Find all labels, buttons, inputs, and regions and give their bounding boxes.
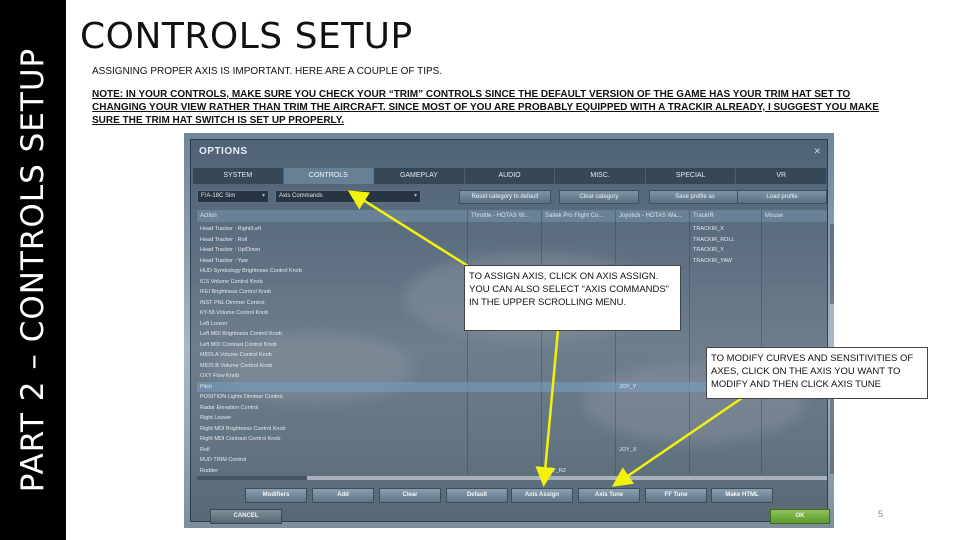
- slide-title: CONTROLS SETUP: [80, 16, 413, 57]
- cell-action: KY-58 Volume Control Knob: [200, 310, 269, 316]
- cell-action: RUD TRIM Control: [200, 457, 247, 463]
- clear-category-button[interactable]: Clear category: [559, 190, 639, 204]
- cell-saitek[interactable]: JOY_RZ: [545, 466, 617, 477]
- cell-action: Right MDI Contrast Control Knob: [200, 436, 281, 442]
- cell-action: ICS Volume Control Knob: [200, 278, 263, 285]
- side-title: PART 2 – CONTROLS SETUP: [15, 47, 51, 493]
- cell-trackir[interactable]: TRACKIR_X: [693, 224, 763, 235]
- category-select-value: Axis Commands: [279, 193, 323, 199]
- save-profile-button[interactable]: Save profile as: [649, 190, 741, 204]
- tab-special[interactable]: SPECIAL: [645, 168, 737, 184]
- column-header-action[interactable]: Action: [200, 210, 440, 222]
- axis-assign-button[interactable]: Axis Assign: [511, 488, 573, 503]
- cell-action: OXY Flow Knob: [200, 373, 240, 379]
- make-html-button[interactable]: Make HTML: [711, 488, 773, 503]
- column-header-joystick[interactable]: Joystick - HOTAS Wa...: [619, 210, 691, 222]
- tab-controls[interactable]: CONTROLS: [283, 168, 375, 184]
- tab-misc[interactable]: MISC.: [555, 168, 646, 184]
- cell-action: Left Louver: [200, 320, 228, 327]
- table-row[interactable]: Head Tracker : Right/Left TRACKIR_X: [197, 224, 827, 235]
- callout-axis-tune: TO MODIFY CURVES AND SENSITIVITIES OF AX…: [706, 347, 928, 399]
- cell-action: Right MDI Brightness Control Knob: [200, 425, 286, 432]
- cell-action: MIDS A Volume Control Knob: [200, 352, 272, 358]
- cell-action: HUD Symbology Brightness Control Knob: [200, 268, 302, 274]
- slide-subtitle: ASSIGNING PROPER AXIS IS IMPORTANT. HERE…: [92, 66, 443, 77]
- tab-audio[interactable]: AUDIO: [464, 168, 556, 184]
- cell-action: MIDS B Volume Control Knob: [200, 362, 273, 369]
- trim-note: NOTE: IN YOUR CONTROLS, MAKE SURE YOU CH…: [92, 89, 879, 126]
- cell-action: Left MDI Contrast Control Knob: [200, 341, 277, 348]
- reset-category-button[interactable]: Reset category to default: [459, 190, 551, 204]
- chevron-down-icon: ▾: [261, 193, 265, 199]
- load-profile-button[interactable]: Load profile: [737, 190, 827, 204]
- cell-action: Head Tracker : Roll: [200, 236, 248, 243]
- cell-action: Left MDI Brightness Control Knob: [200, 331, 282, 337]
- cell-joystick[interactable]: JOY_X: [619, 445, 691, 456]
- table-row[interactable]: Radar Elevation Control: [197, 403, 827, 414]
- close-icon[interactable]: ✕: [813, 146, 821, 157]
- column-header-trackir[interactable]: TrackIR: [693, 210, 763, 222]
- sidebar: PART 2 – CONTROLS SETUP: [0, 0, 66, 540]
- table-header: Action Throttle - HOTAS W... Saitek Pro …: [197, 210, 827, 222]
- modifiers-button[interactable]: Modifiers: [245, 488, 307, 503]
- horizontal-scrollbar[interactable]: [197, 476, 827, 480]
- table-row[interactable]: Roll JOY_X: [197, 445, 827, 456]
- column-header-mouse[interactable]: Mouse: [765, 210, 825, 222]
- cell-action: Head Tracker : Right/Left: [200, 226, 262, 232]
- toolbar: F/A-18C Sim ▾ Axis Commands ▾ Reset cate…: [197, 190, 827, 204]
- cell-action: Head Tracker : Up/Down: [200, 247, 261, 253]
- default-button[interactable]: Default: [446, 488, 508, 503]
- cell-joystick[interactable]: JOY_Y: [619, 382, 691, 393]
- clear-button[interactable]: Clear: [379, 488, 441, 503]
- category-select[interactable]: Axis Commands ▾: [275, 190, 421, 203]
- cell-action: Rudder: [200, 467, 219, 474]
- tab-vr[interactable]: VR: [736, 168, 828, 184]
- table-row[interactable]: Head Tracker : Up/Down TRACKIR_Y: [197, 245, 827, 256]
- add-button[interactable]: Add: [312, 488, 374, 503]
- chevron-down-icon: ▾: [413, 193, 417, 199]
- cell-action: Pitch: [200, 383, 213, 390]
- aircraft-select[interactable]: F/A-18C Sim ▾: [197, 190, 269, 203]
- cell-trackir[interactable]: TRACKIR_YAW: [693, 256, 763, 267]
- options-tabs: SYSTEM CONTROLS GAMEPLAY AUDIO MISC. SPE…: [193, 168, 828, 184]
- column-header-throttle[interactable]: Throttle - HOTAS W...: [471, 210, 543, 222]
- table-row[interactable]: Right Louver: [197, 413, 827, 424]
- table-row[interactable]: RUD TRIM Control: [197, 455, 827, 466]
- table-row[interactable]: Head Tracker : Roll TRACKIR_ROLL: [197, 235, 827, 246]
- ok-button[interactable]: OK: [770, 509, 830, 524]
- cell-action: Radar Elevation Control: [200, 404, 259, 411]
- tab-gameplay[interactable]: GAMEPLAY: [374, 168, 465, 184]
- page-number: 5: [878, 509, 884, 519]
- horizontal-scroll-thumb[interactable]: [307, 476, 827, 480]
- options-title: OPTIONS: [199, 146, 248, 157]
- cell-action: POSITION Lights Dimmer Control: [200, 394, 283, 400]
- cell-action: INST PNL Dimmer Control: [200, 299, 265, 306]
- axis-tune-button[interactable]: Axis Tune: [578, 488, 640, 503]
- tab-system[interactable]: SYSTEM: [193, 168, 284, 184]
- ff-tune-button[interactable]: FF Tune: [645, 488, 707, 503]
- cell-trackir[interactable]: TRACKIR_ROLL: [693, 235, 763, 246]
- table-row[interactable]: Right MDI Brightness Control Knob: [197, 424, 827, 435]
- table-row[interactable]: Rudder JOY_RZ: [197, 466, 827, 477]
- table-row[interactable]: Right MDI Contrast Control Knob: [197, 434, 827, 445]
- column-header-saitek[interactable]: Saitek Pro Flight Co...: [545, 210, 617, 222]
- cell-action: IFEI Brightness Control Knob: [200, 289, 272, 295]
- cancel-button[interactable]: CANCEL: [210, 509, 282, 524]
- cell-action: Right Louver: [200, 415, 232, 421]
- cell-trackir[interactable]: TRACKIR_Y: [693, 245, 763, 256]
- callout-axis-assign: TO ASSIGN AXIS, CLICK ON AXIS ASSIGN. YO…: [464, 265, 681, 331]
- cell-action: Roll: [200, 446, 210, 453]
- aircraft-select-value: F/A-18C Sim: [201, 193, 236, 199]
- cell-action: Head Tracker : Yaw: [200, 257, 248, 264]
